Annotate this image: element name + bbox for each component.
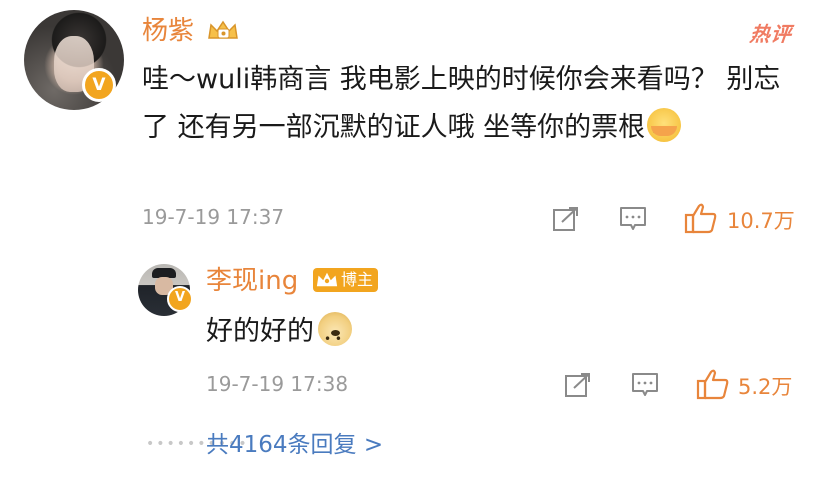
reply-text: 好的好的: [206, 310, 352, 361]
view-all-replies-link[interactable]: 共4164条回复 >: [206, 425, 383, 459]
like-thumb-icon[interactable]: [696, 368, 730, 400]
like-thumb-icon[interactable]: [684, 202, 718, 234]
commenter-name[interactable]: 杨紫: [142, 16, 194, 46]
verified-badge-icon: V: [82, 68, 116, 102]
crown-badge-icon: [208, 20, 238, 39]
blogger-crown-icon: [315, 269, 339, 288]
like-count: 10.7万: [727, 209, 795, 233]
hug-emoji-icon: [647, 108, 682, 159]
verified-badge-icon: V: [167, 286, 193, 312]
comment-text: 哇～wuli韩商言 我电影上映的时候你会来看吗？ 别忘了 还有另一部沉默的证人哦…: [142, 56, 802, 159]
hot-comment-tag: 热评: [748, 22, 794, 46]
comment-icon[interactable]: [619, 206, 647, 232]
share-icon[interactable]: [552, 206, 580, 232]
doge-emoji-icon: [318, 312, 352, 361]
reply-timestamp: 19-7-19 17:38: [206, 372, 349, 396]
comment-icon[interactable]: [631, 372, 659, 398]
replier-name[interactable]: 李现ing: [206, 266, 298, 296]
share-icon[interactable]: [564, 372, 592, 398]
like-count: 5.2万: [738, 375, 793, 399]
comment-timestamp: 19-7-19 17:37: [142, 205, 285, 229]
